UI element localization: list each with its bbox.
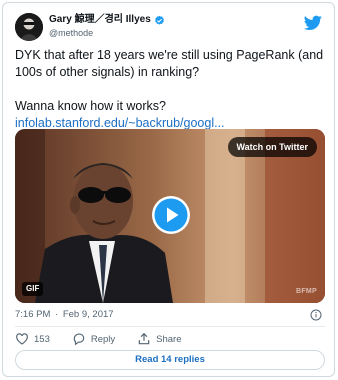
divider xyxy=(15,326,325,327)
avatar[interactable] xyxy=(15,13,43,41)
reply-button[interactable]: Reply xyxy=(72,332,115,346)
twitter-bird-icon[interactable] xyxy=(304,15,322,31)
avatar-photo xyxy=(15,13,43,41)
reply-icon xyxy=(73,333,85,346)
play-icon[interactable] xyxy=(151,195,191,235)
info-icon[interactable] xyxy=(310,309,322,321)
share-icon xyxy=(138,332,150,345)
gif-watermark: BFMP xyxy=(295,288,317,295)
share-button[interactable]: Share xyxy=(137,332,182,346)
like-button[interactable]: 153 xyxy=(15,332,50,346)
tweet-time: 7:16 PM xyxy=(15,309,51,320)
tweet-actions: 153 Reply Share xyxy=(15,331,204,347)
reply-label: Reply xyxy=(90,333,116,345)
watch-on-twitter-button[interactable]: Watch on Twitter xyxy=(227,137,317,157)
read-replies-button[interactable]: Read 14 replies xyxy=(15,350,325,370)
tweet-line-1: DYK that after 18 years we're still usin… xyxy=(15,48,324,79)
tweet-link[interactable]: infolab.stanford.edu/~backrub/googl... xyxy=(15,116,225,130)
gif-badge: GIF xyxy=(22,282,44,296)
share-label: Share xyxy=(156,333,182,345)
tweet-timestamp[interactable]: 7:16 PM · Feb 9, 2017 xyxy=(15,309,114,321)
like-count: 153 xyxy=(34,333,50,345)
author-block[interactable]: Gary 鯨理／경리 Illyes @methode xyxy=(49,14,165,39)
verified-badge-icon xyxy=(154,15,164,25)
tweet-line-2: Wanna know how it works? xyxy=(15,99,166,113)
heart-icon xyxy=(16,333,28,345)
author-handle[interactable]: @methode xyxy=(49,27,165,39)
gif-media[interactable]: Watch on Twitter GIF BFMP xyxy=(15,129,325,303)
tweet-date: Feb 9, 2017 xyxy=(62,309,114,320)
author-name[interactable]: Gary 鯨理／경리 Illyes xyxy=(49,14,151,26)
tweet-card: Gary 鯨理／경리 Illyes @methode DYK that afte… xyxy=(2,2,335,377)
author-name-row: Gary 鯨理／경리 Illyes xyxy=(49,14,165,26)
tweet-text: DYK that after 18 years we're still usin… xyxy=(15,47,327,132)
